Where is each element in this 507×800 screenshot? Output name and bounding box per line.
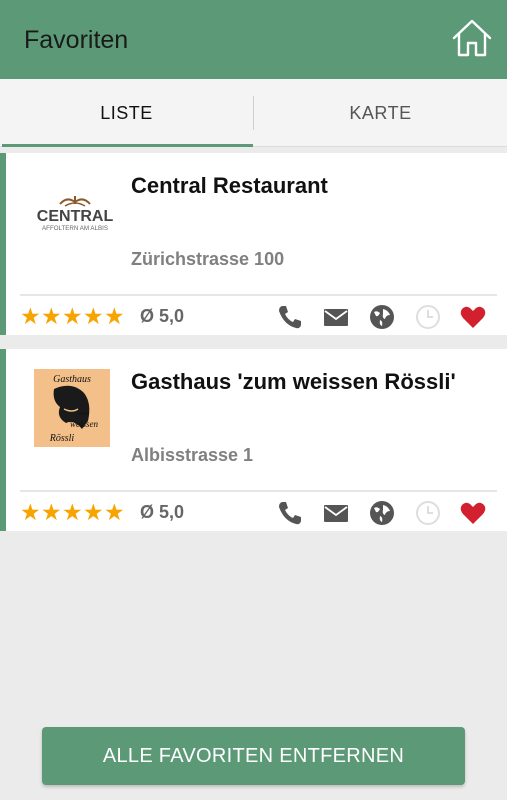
star-icon: ★: [20, 303, 41, 329]
page-title: Favoriten: [24, 26, 129, 54]
mail-icon[interactable]: [322, 303, 350, 331]
svg-text:Gasthaus: Gasthaus: [53, 374, 91, 385]
card-divider: [20, 294, 497, 296]
svg-text:weissen: weissen: [70, 419, 98, 429]
clock-icon[interactable]: [414, 499, 442, 527]
favorite-card[interactable]: Gasthaus zum weissen Rössli Gasthaus 'zu…: [0, 349, 507, 531]
restaurant-name[interactable]: Gasthaus 'zum weissen Rössli': [131, 369, 456, 395]
favorite-card[interactable]: CENTRAL AFFOLTERN AM ALBIS Central Resta…: [0, 153, 507, 335]
svg-text:AFFOLTERN AM ALBIS: AFFOLTERN AM ALBIS: [42, 225, 108, 232]
star-icon: ★: [41, 303, 62, 329]
svg-text:CENTRAL: CENTRAL: [37, 208, 114, 225]
heart-icon[interactable]: [459, 303, 487, 331]
central-restaurant-logo: CENTRAL AFFOLTERN AM ALBIS: [37, 196, 114, 232]
average-rating: Ø 5,0: [140, 502, 185, 522]
restaurant-address: Zürichstrasse 100: [131, 249, 285, 269]
svg-text:Rössli: Rössli: [49, 433, 75, 444]
restaurant-name[interactable]: Central Restaurant: [131, 173, 328, 199]
phone-icon[interactable]: [276, 303, 304, 331]
star-icon: ★: [62, 303, 83, 329]
star-icon: ★: [104, 303, 125, 329]
star-rating: ★ ★ ★ ★ ★: [20, 500, 125, 524]
phone-icon[interactable]: [276, 499, 304, 527]
star-icon: ★: [83, 303, 104, 329]
globe-icon[interactable]: [368, 499, 396, 527]
home-icon[interactable]: [451, 17, 493, 59]
tab-liste[interactable]: LISTE: [0, 79, 253, 147]
svg-text:zum: zum: [78, 411, 89, 417]
mail-icon[interactable]: [322, 499, 350, 527]
star-icon: ★: [83, 499, 104, 525]
star-icon: ★: [20, 499, 41, 525]
star-icon: ★: [104, 499, 125, 525]
clock-icon[interactable]: [414, 303, 442, 331]
app-bar: Favoriten: [0, 0, 507, 79]
star-icon: ★: [62, 499, 83, 525]
globe-icon[interactable]: [368, 303, 396, 331]
remove-all-favorites-button[interactable]: ALLE FAVORITEN ENTFERNEN: [42, 727, 465, 785]
tab-bar: LISTE KARTE: [0, 79, 507, 147]
restaurant-address: Albisstrasse 1: [131, 445, 254, 465]
heart-icon[interactable]: [459, 499, 487, 527]
tab-karte[interactable]: KARTE: [254, 79, 507, 147]
card-divider: [20, 490, 497, 492]
average-rating: Ø 5,0: [140, 306, 185, 326]
star-icon: ★: [41, 499, 62, 525]
star-rating: ★ ★ ★ ★ ★: [20, 304, 125, 328]
gasthaus-roessli-logo: Gasthaus zum weissen Rössli: [34, 369, 110, 447]
